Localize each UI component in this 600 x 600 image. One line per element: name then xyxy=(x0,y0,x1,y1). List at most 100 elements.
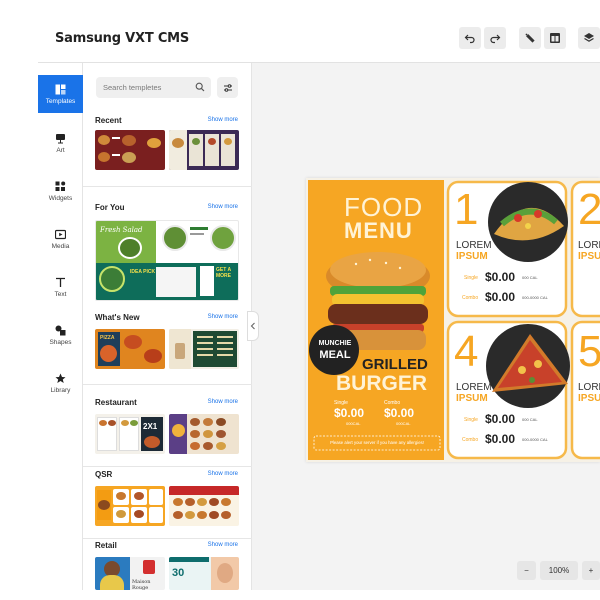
rail-item-art[interactable]: Art xyxy=(38,124,83,162)
rail-label: Text xyxy=(54,290,67,298)
templates-panel: Recent Show more For You Show more xyxy=(83,63,252,590)
filter-button[interactable] xyxy=(217,77,238,98)
template-thumb-whats-new-2[interactable] xyxy=(169,329,239,369)
thumb-text-idea-pick: IDEA PICK xyxy=(130,269,156,275)
section-title-retail: Retail xyxy=(95,541,117,550)
art-icon xyxy=(56,133,65,143)
design-canvas[interactable]: FOOD MENU MUNCHIE MEAL GRILLED BURGER Si… xyxy=(306,178,600,462)
card-combo-label: Combo xyxy=(462,437,479,443)
layout-button[interactable] xyxy=(544,27,566,49)
text-icon xyxy=(56,277,65,287)
top-bar: Samsung VXT CMS xyxy=(38,15,600,63)
left-rail: Templates Art Widgets Media Text Shapes … xyxy=(38,63,83,590)
layers-icon xyxy=(584,33,594,42)
badge-text-munchie: MUNCHIE xyxy=(318,340,352,347)
rail-label: Widgets xyxy=(48,194,73,202)
rail-label: Library xyxy=(50,386,71,394)
rail-item-templates[interactable]: Templates xyxy=(38,75,83,113)
card-combo-price-4: $0.00 xyxy=(485,432,516,446)
rail-item-library[interactable]: Library xyxy=(38,364,83,402)
rail-item-shapes[interactable]: Shapes xyxy=(38,316,83,354)
template-thumb-whats-new-1[interactable]: PIZZA xyxy=(95,329,165,369)
template-thumb-recent-2[interactable] xyxy=(169,130,239,170)
card-combo-cal-1: 000-0000 CAL xyxy=(522,295,548,300)
card-number-5: 5 xyxy=(578,327,600,376)
thumb-text-retail-30: 30 xyxy=(172,567,185,579)
thumb-text-retail-brand: Maison Rouge xyxy=(132,579,151,590)
template-thumb-for-you[interactable]: Fresh Salad IDEA PICK GET A MORE xyxy=(95,220,239,301)
zoom-out-button[interactable]: − xyxy=(517,561,536,580)
show-more-qsr-link[interactable]: Show more xyxy=(208,471,238,477)
card-single-cal-1: 000 CAL xyxy=(522,275,538,280)
rail-label: Templates xyxy=(45,97,76,105)
menu-title-burger: BURGER xyxy=(336,372,428,395)
section-title-recent: Recent xyxy=(95,116,122,125)
filter-icon xyxy=(223,83,232,92)
card-number-1: 1 xyxy=(454,185,479,234)
search-input[interactable] xyxy=(96,77,191,98)
media-icon xyxy=(55,229,66,239)
section-title-restaurant: Restaurant xyxy=(95,398,137,407)
card-name-2: LORE xyxy=(578,240,600,251)
show-more-retail-link[interactable]: Show more xyxy=(208,542,238,548)
card-name-1: LOREM xyxy=(456,240,492,251)
card-single-cal-4: 000 CAL xyxy=(522,417,538,422)
undo-button[interactable] xyxy=(459,27,481,49)
thumb-text-2x1: 2X1 xyxy=(143,422,158,431)
redo-button[interactable] xyxy=(484,27,506,49)
collapse-panel-button[interactable] xyxy=(247,311,259,341)
template-thumb-retail-2[interactable]: 30 xyxy=(169,557,239,590)
template-thumb-recent-1[interactable] xyxy=(95,130,165,170)
section-title-qsr: QSR xyxy=(95,470,113,479)
card-name-5: LORE xyxy=(578,382,600,393)
app-window: Samsung VXT CMS Templates Art Widgets Me… xyxy=(38,15,600,590)
menu-heading-menu: MENU xyxy=(344,218,413,243)
rail-item-media[interactable]: Media xyxy=(38,220,83,258)
template-thumb-qsr-2[interactable] xyxy=(169,486,239,526)
section-divider xyxy=(83,186,252,187)
template-thumb-restaurant-2[interactable] xyxy=(169,414,239,454)
card-name-4: LOREM xyxy=(456,382,492,393)
thumb-text-get-more: GET A MORE xyxy=(216,267,231,279)
card-number-2: 2 xyxy=(578,185,600,234)
burger-single-price: $0.00 xyxy=(334,406,365,420)
search-icon[interactable] xyxy=(195,82,205,92)
show-more-recent-link[interactable]: Show more xyxy=(208,117,238,123)
rail-item-widgets[interactable]: Widgets xyxy=(38,172,83,210)
show-more-whats-new-link[interactable]: Show more xyxy=(208,314,238,320)
burger-single-cal: 000CAL xyxy=(346,421,361,426)
allergy-note: Please alert your server if you have any… xyxy=(330,440,424,445)
show-more-restaurant-link[interactable]: Show more xyxy=(208,399,238,405)
widgets-icon xyxy=(55,181,66,191)
badge-text-meal: MEAL xyxy=(319,349,351,361)
card-number-4: 4 xyxy=(454,327,479,376)
card-single-price-4: $0.00 xyxy=(485,412,516,426)
layers-button[interactable] xyxy=(578,27,600,49)
card-subname-5: IPSU xyxy=(578,393,600,404)
template-thumb-qsr-1[interactable] xyxy=(95,486,165,526)
undo-icon xyxy=(464,34,475,44)
card-subname-2: IPSU xyxy=(578,251,600,262)
section-divider xyxy=(83,384,252,385)
rail-label: Shapes xyxy=(49,338,72,346)
app-title: Samsung VXT CMS xyxy=(55,31,190,46)
card-subname-4: IPSUM xyxy=(456,393,488,404)
rail-label: Media xyxy=(51,242,70,250)
show-more-for-you-link[interactable]: Show more xyxy=(208,204,238,210)
card-single-price-1: $0.00 xyxy=(485,270,516,284)
template-thumb-restaurant-1[interactable]: 2X1 xyxy=(95,414,165,454)
zoom-in-button[interactable]: + xyxy=(582,561,600,580)
card-combo-price-1: $0.00 xyxy=(485,290,516,304)
menu-title-grilled: GRILLED xyxy=(362,356,428,373)
card-subname-1: IPSUM xyxy=(456,251,488,262)
magic-wand-button[interactable] xyxy=(519,27,541,49)
rail-item-text[interactable]: Text xyxy=(38,268,83,306)
chevron-left-icon xyxy=(250,322,255,330)
template-thumb-retail-1[interactable]: Maison Rouge xyxy=(95,557,165,590)
section-title-whats-new: What's New xyxy=(95,313,140,322)
zoom-level[interactable]: 100% xyxy=(540,561,578,580)
section-title-for-you: For You xyxy=(95,203,125,212)
rail-label: Art xyxy=(56,146,65,154)
burger-combo-price: $0.00 xyxy=(384,406,415,420)
section-divider xyxy=(83,538,252,539)
